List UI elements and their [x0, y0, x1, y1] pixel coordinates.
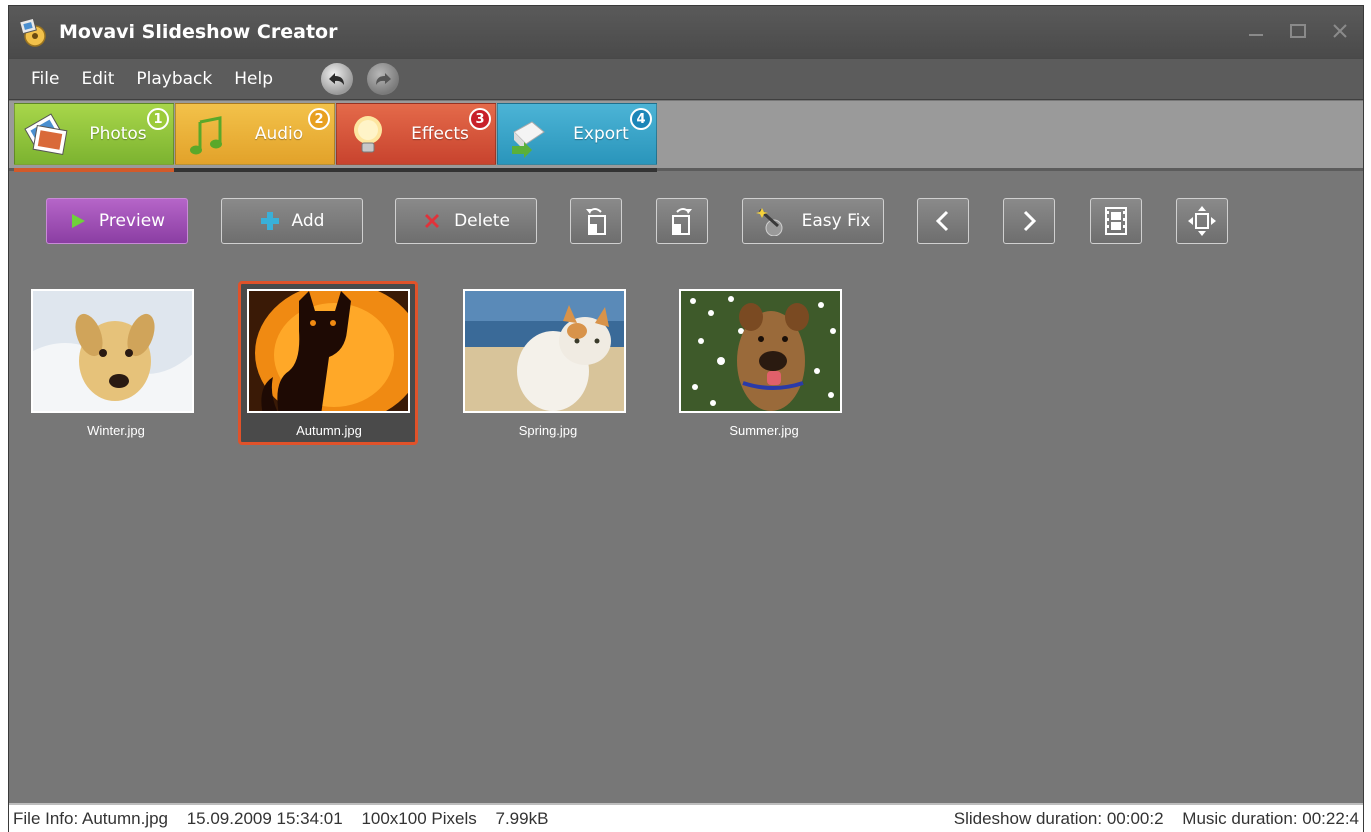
status-music-duration: Music duration: 00:22:4 [1182, 809, 1359, 828]
photo-thumbnail[interactable]: Summer.jpg [673, 281, 845, 441]
summer-photo-image [679, 289, 842, 413]
maximize-icon[interactable] [1287, 20, 1309, 42]
tab-effects-label: Effects [411, 124, 469, 144]
rotate-right-icon [672, 208, 692, 235]
active-tab-indicator [14, 168, 174, 172]
photo-thumbnail[interactable]: Spring.jpg [457, 281, 629, 441]
status-bar: File Info: Autumn.jpg 15.09.2009 15:34:0… [9, 803, 1363, 832]
window-title: Movavi Slideshow Creator [59, 21, 338, 43]
filmstrip-button[interactable] [1090, 198, 1142, 244]
autumn-photo-image [247, 289, 410, 413]
photo-thumbnail[interactable]: Winter.jpg [25, 281, 197, 441]
redo-button[interactable] [367, 63, 399, 95]
export-icon [504, 110, 554, 160]
status-file-dimensions: 100x100 Pixels [361, 809, 477, 828]
chevron-right-icon [1023, 210, 1037, 232]
photo-caption: Spring.jpg [518, 423, 578, 438]
tab-effects-badge: 3 [469, 108, 491, 130]
photo-caption: Autumn.jpg [296, 423, 362, 438]
tab-photos-label: Photos [89, 124, 147, 144]
tab-indicator-track [174, 168, 657, 172]
minimize-icon[interactable] [1245, 20, 1267, 42]
lightbulb-icon [343, 110, 393, 160]
delete-button-label: Delete [454, 211, 510, 231]
tab-export-label: Export [573, 124, 629, 144]
rotate-left-icon [586, 208, 606, 235]
tab-audio-label: Audio [254, 124, 304, 144]
status-slideshow-duration: Slideshow duration: 00:00:2 [953, 809, 1164, 828]
play-icon [71, 214, 85, 228]
magic-wand-icon [755, 208, 783, 236]
status-file-size: 7.99kB [495, 809, 549, 828]
photos-icon [21, 110, 71, 160]
menu-bar: File Edit Playback Help [9, 58, 1363, 100]
preview-button-label: Preview [98, 211, 166, 231]
next-button[interactable] [1003, 198, 1055, 244]
previous-button[interactable] [917, 198, 969, 244]
tab-export[interactable]: Export 4 [497, 103, 657, 165]
tab-audio[interactable]: Audio 2 [175, 103, 335, 165]
easy-fix-button-label: Easy Fix [801, 211, 871, 231]
photo-caption: Winter.jpg [87, 423, 145, 438]
step-tabs: Photos 1 Audio 2 Effects 3 Export 4 [9, 101, 1363, 171]
chevron-left-icon [935, 210, 949, 232]
expand-arrows-icon [1188, 206, 1216, 236]
spring-photo-image [463, 289, 626, 413]
music-note-icon [182, 110, 232, 160]
app-logo-icon [15, 14, 51, 50]
photo-caption: Summer.jpg [729, 423, 799, 438]
menu-edit[interactable]: Edit [81, 69, 114, 89]
status-file-info: File Info: Autumn.jpg [13, 809, 168, 828]
undo-button[interactable] [321, 63, 353, 95]
app-window: Movavi Slideshow Creator File Edit Playb… [8, 5, 1364, 832]
tab-effects[interactable]: Effects 3 [336, 103, 496, 165]
tab-photos[interactable]: Photos 1 [14, 103, 174, 165]
close-icon[interactable] [1329, 20, 1351, 42]
add-button[interactable]: Add [221, 198, 363, 244]
title-bar[interactable]: Movavi Slideshow Creator [9, 6, 1363, 58]
easy-fix-button[interactable]: Easy Fix [742, 198, 884, 244]
winter-photo-image [31, 289, 194, 413]
delete-x-icon [425, 214, 440, 228]
tab-export-badge: 4 [630, 108, 652, 130]
menu-playback[interactable]: Playback [136, 69, 212, 89]
film-icon [1105, 207, 1127, 235]
status-file-date: 15.09.2009 15:34:01 [186, 809, 343, 828]
photo-thumbnail-selected[interactable]: Autumn.jpg [238, 281, 418, 445]
rotate-right-button[interactable] [656, 198, 708, 244]
rotate-left-button[interactable] [570, 198, 622, 244]
tab-audio-badge: 2 [308, 108, 330, 130]
delete-button[interactable]: Delete [395, 198, 537, 244]
undo-icon [329, 73, 344, 85]
menu-help[interactable]: Help [234, 69, 273, 89]
add-button-label: Add [291, 211, 325, 231]
plus-icon [260, 212, 279, 230]
fit-to-frame-button[interactable] [1176, 198, 1228, 244]
menu-file[interactable]: File [31, 69, 59, 89]
preview-button[interactable]: Preview [46, 198, 188, 244]
redo-icon [376, 73, 391, 85]
tab-photos-badge: 1 [147, 108, 169, 130]
photo-toolbar: Preview Add Delete Easy Fix [9, 196, 1363, 246]
